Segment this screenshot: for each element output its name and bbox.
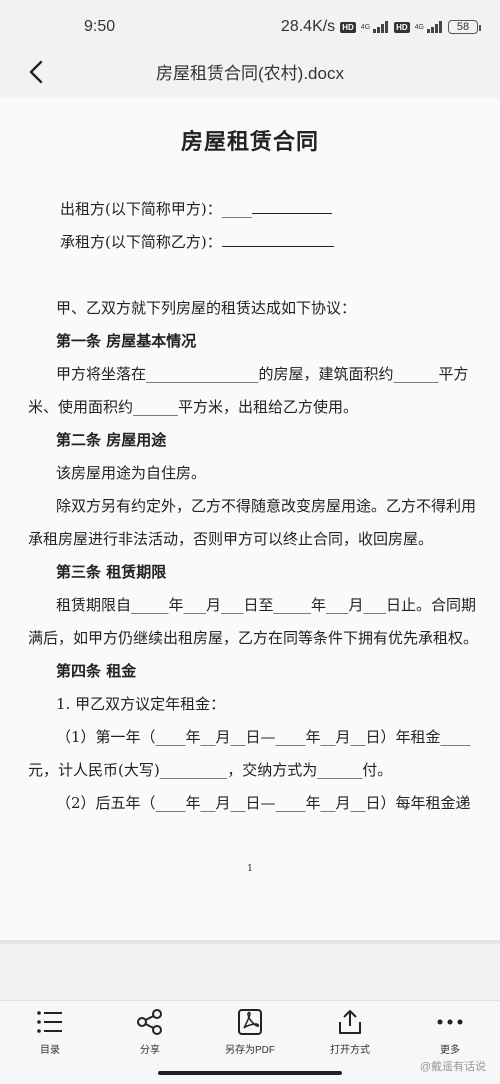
hd-badge-2: HD — [394, 21, 410, 33]
home-indicator[interactable] — [158, 1071, 342, 1075]
document-page[interactable] — [0, 98, 500, 940]
article-2-title: 第二条 房屋用途 — [56, 431, 167, 449]
article-2-line-3: 承租房屋进行非法活动，否则甲方可以终止合同，收回房屋。 — [28, 530, 434, 548]
lessor-line: 出租方(以下简称甲方)：____ — [60, 198, 332, 219]
article-4-line-1: 1. 甲乙双方议定年租金： — [56, 695, 226, 713]
net-speed: 28.4K/s — [280, 18, 336, 35]
list-icon — [37, 1011, 62, 1033]
article-2-line-1: 该房屋用途为自住房。 — [56, 464, 207, 482]
document-heading: 房屋租赁合同 — [180, 129, 319, 155]
lessee-blank — [221, 233, 334, 247]
status-bar: 9:50 28.4K/s HD 4G HD 4G 58 — [0, 0, 500, 56]
article-4-title: 第四条 租金 — [56, 662, 137, 680]
article-1-line-2: 米、使用面积约______平方米，出租给乙方使用。 — [28, 398, 359, 416]
pdf-icon — [238, 1009, 262, 1035]
article-4-line-4: （2）后五年（____年__月__日—____年__月__日）每年租金递 — [56, 794, 471, 812]
article-2-line-2: 除双方另有约定外，乙方不得随意改变房屋用途。乙方不得利用 — [56, 497, 477, 515]
network-type-label: 4G — [360, 23, 371, 31]
page-number: 1 — [247, 864, 253, 874]
more-icon — [437, 1019, 463, 1025]
status-time: 9:50 — [84, 18, 116, 35]
article-1-line-1: 甲方将坐落在_______________的房屋，建筑面积约______平方 — [56, 365, 469, 383]
page-divider — [0, 940, 500, 944]
article-3-line-2: 满后，如甲方仍继续出租房屋，乙方在同等条件下拥有优先承租权。 — [28, 629, 479, 647]
article-3-title: 第三条 租赁期限 — [56, 563, 167, 581]
article-4-line-2: （1）第一年（____年__月__日—____年__月__日）年租金____ — [56, 728, 471, 746]
upload-icon — [339, 1010, 361, 1034]
lessee-text: 承租方(以下简称乙方)： — [60, 233, 222, 251]
more-label: 更多 — [440, 1045, 460, 1056]
network-type-label-2: 4G — [414, 23, 424, 31]
lessor-text: 出租方(以下简称甲方)：____ — [60, 200, 252, 218]
more-button[interactable]: 更多 — [400, 1009, 500, 1056]
open-with-label: 打开方式 — [330, 1045, 370, 1056]
document-title: 房屋租赁合同(农村).docx — [156, 64, 344, 83]
open-with-button[interactable]: 打开方式 — [300, 1009, 400, 1056]
title-bar: 房屋租赁合同(农村).docx — [0, 56, 500, 98]
share-icon — [137, 1009, 162, 1035]
hd-badge: HD — [340, 21, 356, 33]
article-4-line-3: 元，计人民币(大写)_________，交纳方式为______付。 — [28, 761, 393, 779]
lessor-blank — [251, 200, 332, 214]
article-1-title: 第一条 房屋基本情况 — [56, 332, 197, 350]
signal-icon-2 — [427, 21, 442, 33]
save-as-pdf-label: 另存为PDF — [225, 1045, 275, 1056]
signal-icon — [373, 21, 389, 33]
toc-label: 目录 — [40, 1045, 60, 1056]
lessee-line: 承租方(以下简称乙方)： — [60, 231, 334, 252]
save-as-pdf-button[interactable]: 另存为PDF — [200, 1009, 300, 1056]
intro-text: 甲、乙双方就下列房屋的租赁达成如下协议： — [56, 299, 357, 317]
toc-button[interactable]: 目录 — [0, 1009, 100, 1056]
article-3-line-1: 租赁期限自_____年___月___日至_____年___月___日止。合同期 — [56, 596, 477, 614]
share-label: 分享 — [140, 1045, 160, 1056]
share-button[interactable]: 分享 — [100, 1009, 200, 1056]
watermark: @戴遥有话说 — [419, 1061, 486, 1073]
status-indicators: 28.4K/s HD 4G HD 4G 58 — [280, 18, 481, 36]
battery-icon: 58 — [448, 20, 481, 34]
